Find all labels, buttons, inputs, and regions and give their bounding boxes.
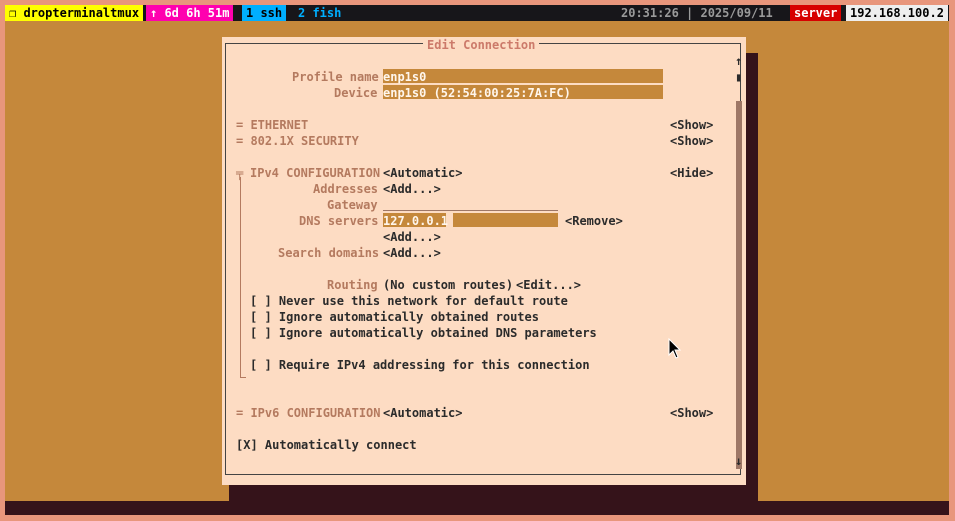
dns-remove-button[interactable]: <Remove> — [565, 213, 623, 229]
dns-server-field[interactable]: 127.0.0.1 — [383, 213, 449, 228]
ipv4-section-line-end — [240, 377, 246, 378]
profile-name-label: Profile name — [292, 70, 379, 84]
terminal-area: Edit Connection Profile name enp1s0 Devi… — [5, 21, 949, 515]
scrollbar-thumb[interactable]: ▮ — [735, 69, 742, 85]
auto-connect-checkbox[interactable]: [X] Automatically connect — [236, 437, 417, 453]
ipv4-section-title: IPv4 CONFIGURATION — [250, 166, 381, 180]
tmux-session-name: ❐ dropterminaltmux — [5, 5, 144, 21]
routing-edit-button[interactable]: <Edit...> — [516, 277, 581, 293]
never-default-route-checkbox[interactable]: [ ] Never use this network for default r… — [250, 293, 568, 309]
security-show-button[interactable]: <Show> — [670, 133, 713, 149]
tmux-uptime: ↑ 6d 6h 51m — [146, 5, 234, 21]
dialog-title: Edit Connection — [423, 37, 540, 53]
tmux-datetime: 20:31:26 | 2025/09/11 — [617, 5, 777, 21]
ignore-routes-checkbox[interactable]: [ ] Ignore automatically obtained routes — [250, 309, 539, 325]
gateway-label: Gateway — [327, 198, 378, 212]
dns-server-field-extra[interactable] — [453, 213, 558, 227]
device-field[interactable]: enp1s0 (52:54:00:25:7A:FC) — [383, 85, 663, 100]
ipv4-hide-button[interactable]: <Hide> — [670, 165, 713, 181]
profile-name-field[interactable]: enp1s0 — [383, 69, 663, 84]
dns-servers-label: DNS servers — [299, 214, 379, 228]
dns-server-value: 127.0.0.1 — [383, 214, 449, 228]
ethernet-show-button[interactable]: <Show> — [670, 117, 713, 133]
dialog-shadow — [746, 53, 758, 501]
edit-connection-dialog: Edit Connection Profile name enp1s0 Devi… — [222, 37, 746, 485]
terminal-bottom-bar — [5, 501, 949, 515]
scroll-down-arrow-icon[interactable]: ↓ — [735, 453, 742, 469]
ethernet-section: = ETHERNET — [236, 118, 309, 132]
tmux-window-fish[interactable]: 2 fish — [294, 5, 346, 21]
tmux-ip-address: 192.168.100.2 — [846, 5, 948, 21]
tmux-hostname: server — [790, 5, 842, 21]
tmux-status-bar: ❐ dropterminaltmux ↑ 6d 6h 51m 1 ssh 2 f… — [5, 5, 949, 21]
search-domains-add-button[interactable]: <Add...> — [383, 245, 441, 261]
device-label: Device — [334, 86, 378, 100]
scroll-up-arrow-icon[interactable]: ↑ — [735, 53, 742, 69]
scrollbar-track[interactable] — [736, 101, 742, 469]
require-ipv4-checkbox[interactable]: [ ] Require IPv4 addressing for this con… — [250, 357, 590, 373]
ipv4-mode-select[interactable]: <Automatic> — [383, 165, 462, 181]
dns-add-button[interactable]: <Add...> — [383, 229, 441, 245]
ipv6-section-title: = IPv6 CONFIGURATION — [236, 406, 381, 420]
addresses-add-button[interactable]: <Add...> — [383, 181, 441, 197]
ipv6-mode-select[interactable]: <Automatic> — [383, 405, 462, 421]
addresses-label: Addresses — [313, 182, 379, 196]
routing-value: (No custom routes) — [383, 278, 514, 292]
device-value: enp1s0 (52:54:00:25:7A:FC) — [383, 86, 571, 100]
ipv6-show-button[interactable]: <Show> — [670, 405, 713, 421]
security-section: = 802.1X SECURITY — [236, 134, 359, 148]
profile-name-value: enp1s0 — [383, 70, 427, 84]
ignore-dns-checkbox[interactable]: [ ] Ignore automatically obtained DNS pa… — [250, 325, 597, 341]
tmux-window-ssh[interactable]: 1 ssh — [242, 5, 287, 21]
gateway-field[interactable] — [383, 210, 558, 211]
ipv4-section-line — [240, 177, 241, 377]
mouse-pointer-icon — [668, 338, 682, 359]
routing-label: Routing — [327, 278, 378, 292]
search-domains-label: Search domains — [278, 246, 380, 260]
